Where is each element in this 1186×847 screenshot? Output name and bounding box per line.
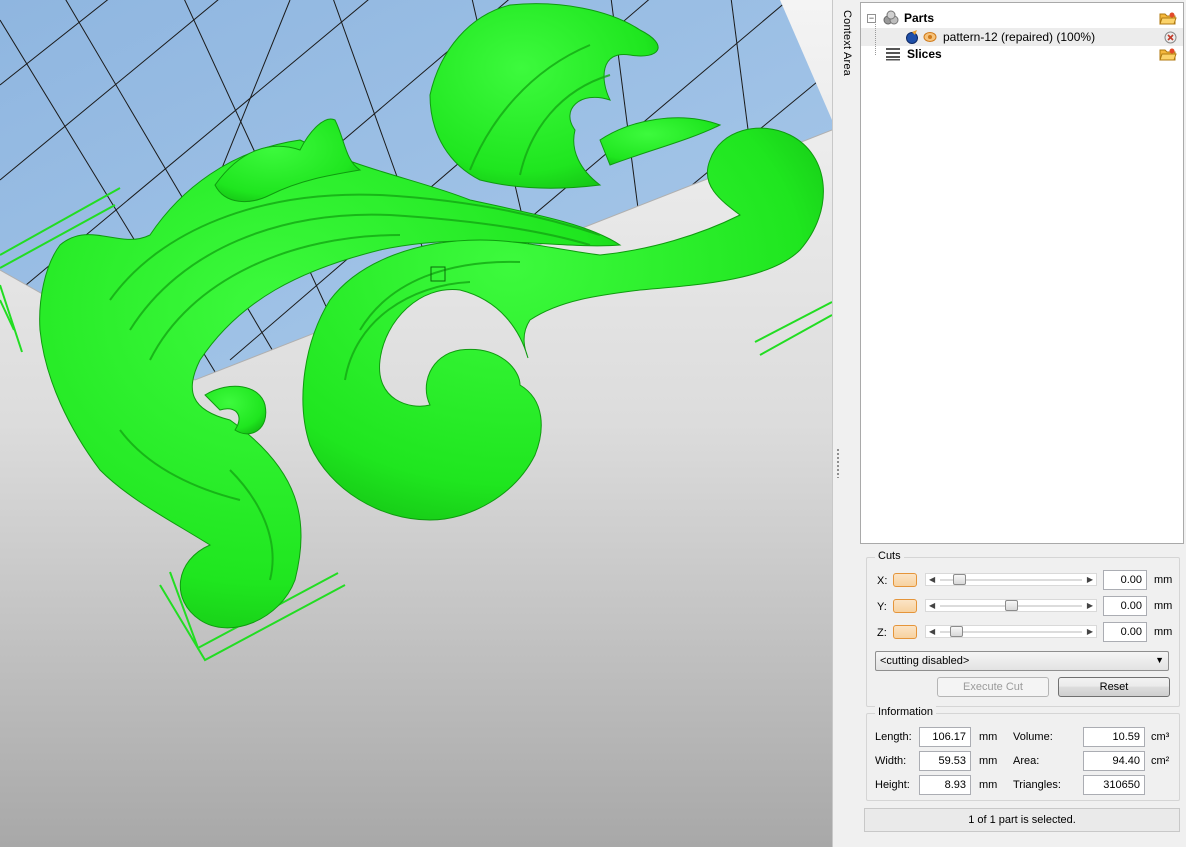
information-title: Information (875, 706, 937, 718)
z-cut-value-field[interactable] (1103, 622, 1147, 642)
cuts-title: Cuts (875, 550, 904, 562)
scene-canvas[interactable] (0, 0, 832, 847)
z-axis-label: Z: (877, 627, 887, 639)
area-field[interactable] (1083, 751, 1145, 771)
length-label: Length: (875, 731, 912, 743)
context-area-strip[interactable]: Context Area (832, 0, 860, 847)
selection-status: 1 of 1 part is selected. (864, 808, 1180, 832)
y-slider-left-arrow-icon[interactable]: ◀ (929, 599, 935, 612)
part-mesh-icon (906, 30, 918, 44)
x-slider-thumb[interactable] (952, 574, 966, 585)
volume-label: Volume: (1013, 731, 1053, 743)
parts-icon (883, 10, 899, 25)
reset-button[interactable]: Reset (1058, 677, 1170, 697)
tree-label-slices: Slices (907, 47, 942, 61)
x-axis-label: X: (877, 575, 888, 587)
open-slices-folder-icon[interactable] (1159, 47, 1177, 61)
context-area-label[interactable]: Context Area (841, 10, 853, 76)
x-cut-toggle[interactable] (893, 573, 917, 587)
dropdown-arrow-icon: ▼ (1155, 655, 1164, 665)
remove-part-icon[interactable] (1164, 31, 1177, 44)
x-slider-right-arrow-icon[interactable]: ▶ (1087, 573, 1093, 586)
y-slider-right-arrow-icon[interactable]: ▶ (1087, 599, 1093, 612)
z-cut-unit: mm (1154, 626, 1173, 638)
triangles-label: Triangles: (1013, 779, 1061, 791)
z-cut-toggle[interactable] (893, 625, 917, 639)
z-slider-left-arrow-icon[interactable]: ◀ (929, 625, 935, 638)
visibility-eye-icon[interactable] (923, 31, 937, 43)
tree-label-parts: Parts (904, 11, 935, 25)
x-cut-value-field[interactable] (1103, 570, 1147, 590)
height-label: Height: (875, 779, 910, 791)
tree-node-slices[interactable]: Slices (885, 45, 942, 63)
splitter-grip[interactable] (836, 448, 840, 478)
app-window: Context Area − Parts pattern-12 (repaire… (0, 0, 1186, 847)
y-cut-unit: mm (1154, 600, 1173, 612)
cuts-group: Cuts X: ◀ ▶ mm Y: ◀ ▶ mm (866, 550, 1180, 707)
parts-tree[interactable]: − Parts pattern-12 (repaired) (100%) Sli… (860, 2, 1184, 544)
y-cut-value-field[interactable] (1103, 596, 1147, 616)
slices-icon (886, 48, 900, 61)
z-cut-slider[interactable]: ◀ ▶ (925, 625, 1097, 638)
width-field[interactable] (919, 751, 971, 771)
height-unit: mm (979, 779, 998, 791)
3d-viewport[interactable] (0, 0, 832, 847)
tree-node-parts[interactable]: − Parts (867, 9, 934, 27)
x-slider-left-arrow-icon[interactable]: ◀ (929, 573, 935, 586)
z-slider-thumb[interactable] (950, 626, 964, 637)
volume-unit: cm³ (1151, 731, 1170, 743)
y-cut-slider[interactable]: ◀ ▶ (925, 599, 1097, 612)
right-panel: − Parts pattern-12 (repaired) (100%) Sli… (860, 0, 1186, 847)
y-slider-thumb[interactable] (1004, 600, 1018, 611)
information-group: Information Length: mm Width: mm Height:… (866, 706, 1180, 801)
triangles-field[interactable] (1083, 775, 1145, 795)
cut-mode-selected: <cutting disabled> (880, 655, 970, 667)
width-label: Width: (875, 755, 907, 767)
z-slider-right-arrow-icon[interactable]: ▶ (1087, 625, 1093, 638)
x-cut-unit: mm (1154, 574, 1173, 586)
cut-mode-dropdown[interactable]: <cutting disabled> ▼ (875, 651, 1169, 671)
area-label: Area: (1013, 755, 1040, 767)
length-unit: mm (979, 731, 998, 743)
volume-field[interactable] (1083, 727, 1145, 747)
execute-cut-button[interactable]: Execute Cut (937, 677, 1049, 697)
width-unit: mm (979, 755, 998, 767)
tree-node-part[interactable]: pattern-12 (repaired) (100%) (861, 20, 1183, 55)
y-cut-toggle[interactable] (893, 599, 917, 613)
y-axis-label: Y: (877, 601, 887, 613)
open-folder-icon[interactable] (1159, 11, 1177, 25)
x-cut-slider[interactable]: ◀ ▶ (925, 573, 1097, 586)
area-unit: cm² (1151, 755, 1170, 767)
tree-label-part: pattern-12 (repaired) (100%) (943, 30, 1096, 44)
length-field[interactable] (919, 727, 971, 747)
height-field[interactable] (919, 775, 971, 795)
